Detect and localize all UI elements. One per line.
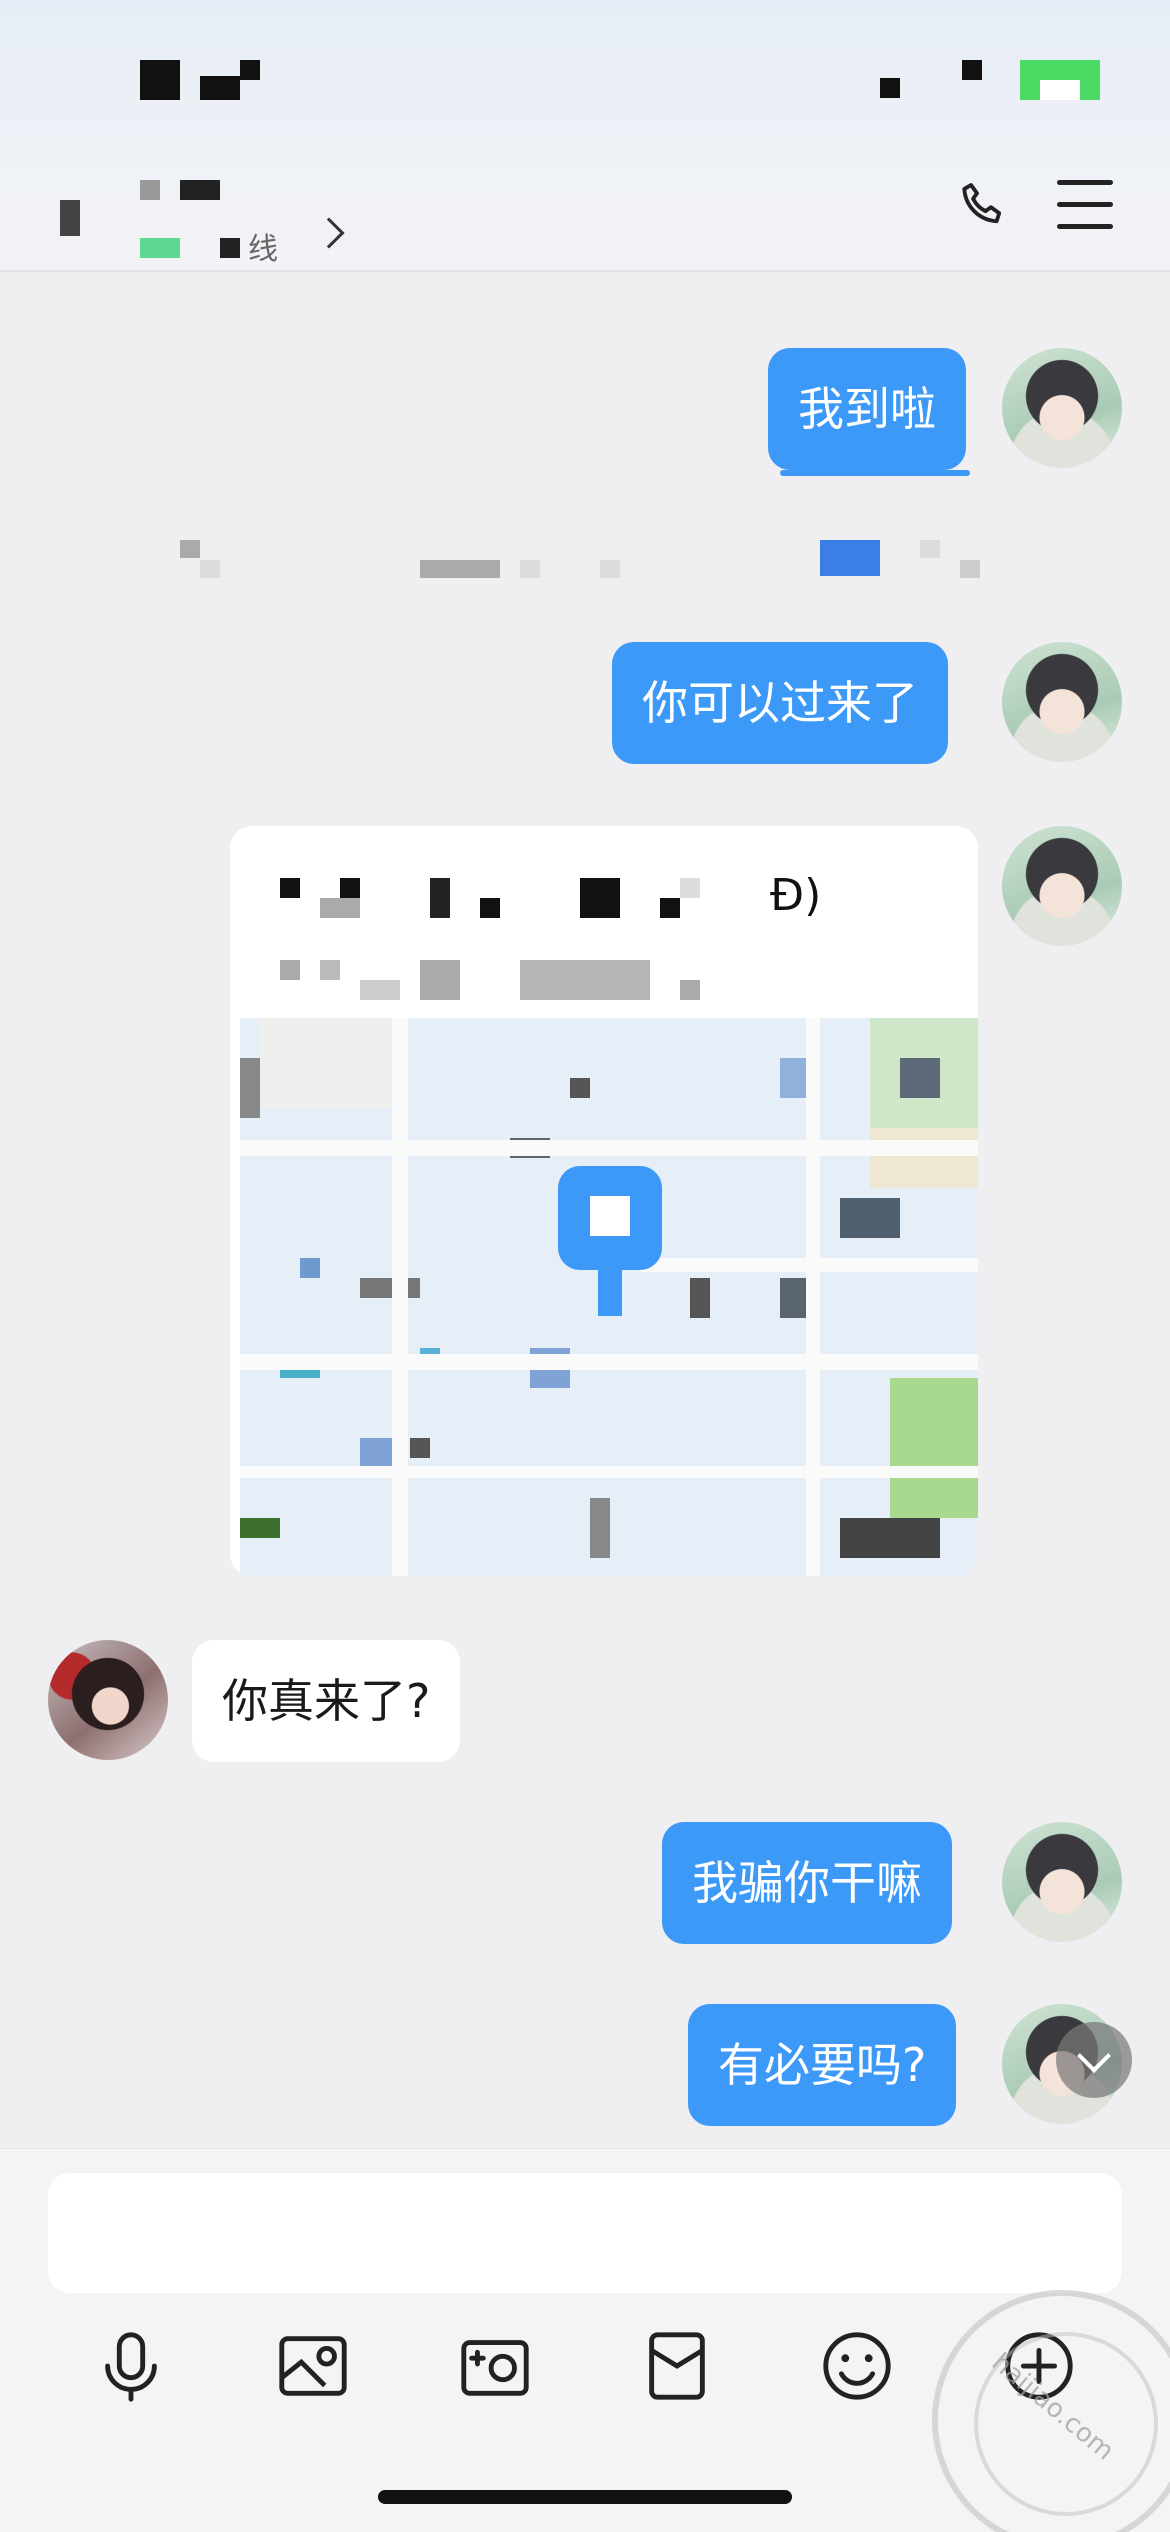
contact-name-pixel xyxy=(140,180,160,200)
chat-header: 线 xyxy=(0,0,1170,272)
avatar-me[interactable] xyxy=(1002,642,1122,762)
contact-name-pixel xyxy=(180,180,220,200)
avatar-me[interactable] xyxy=(1002,826,1122,946)
status-time-pixel xyxy=(140,60,180,100)
message-bubble-me[interactable]: 有必要吗? xyxy=(688,2004,957,2126)
avatar-me[interactable] xyxy=(1002,1822,1122,1942)
red-packet-icon[interactable] xyxy=(638,2327,716,2405)
online-status-dot xyxy=(140,238,180,258)
image-icon[interactable] xyxy=(274,2327,352,2405)
contact-status-text: 线 xyxy=(248,232,278,267)
message-bubble-me[interactable]: 我到啦 xyxy=(768,348,966,470)
message-input[interactable] xyxy=(48,2173,1122,2293)
location-card[interactable]: Ð) xyxy=(230,826,978,1576)
phone-icon[interactable] xyxy=(954,176,1016,238)
status-time-pixel xyxy=(200,76,240,100)
menu-icon[interactable] xyxy=(1057,180,1113,232)
status-signal-pixel xyxy=(880,78,900,98)
message-underline xyxy=(780,470,970,476)
location-map[interactable] xyxy=(240,1018,978,1576)
emoji-icon[interactable] xyxy=(818,2327,896,2405)
message-bubble-me[interactable]: 我骗你干嘛 xyxy=(662,1822,952,1944)
message-bubble-other[interactable]: 你真来了? xyxy=(192,1640,461,1762)
avatar-other[interactable] xyxy=(48,1640,168,1760)
scroll-to-bottom-button[interactable] xyxy=(1056,2022,1132,2098)
home-indicator[interactable] xyxy=(378,2490,792,2504)
back-icon[interactable] xyxy=(60,200,80,236)
location-pin-icon xyxy=(558,1166,662,1316)
contact-status-pixel xyxy=(220,238,240,258)
microphone-icon[interactable] xyxy=(92,2327,170,2405)
location-title-tail: Ð) xyxy=(770,870,822,921)
watermark-text: haijiao.com xyxy=(985,2347,1120,2467)
battery-icon-inner xyxy=(1040,80,1080,100)
avatar-me[interactable] xyxy=(1002,348,1122,468)
message-bubble-me[interactable]: 你可以过来了 xyxy=(612,642,948,764)
chevron-right-icon[interactable] xyxy=(313,217,345,249)
camera-icon[interactable] xyxy=(456,2327,534,2405)
status-time-pixel xyxy=(240,60,260,80)
status-wifi-pixel xyxy=(962,60,982,80)
